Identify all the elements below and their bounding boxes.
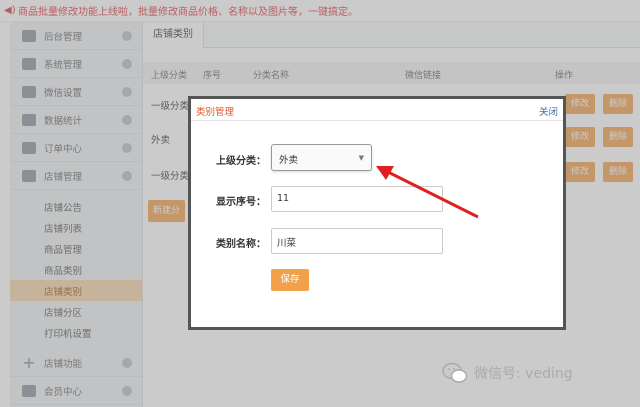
wechat-logo-icon — [442, 362, 468, 383]
watermark: 微信号: veding — [442, 362, 573, 384]
parent-category-value: 外卖 — [279, 155, 299, 166]
display-order-input[interactable]: 11 — [271, 186, 443, 212]
display-order-value: 11 — [277, 193, 290, 204]
modal-title: 类别管理 — [196, 107, 235, 118]
category-modal: 类别管理 关闭 上级分类： 外卖 ▼ 显示序号： 11 类别名称： 川菜 保存 — [188, 96, 566, 330]
parent-category-label: 上级分类： — [216, 156, 266, 167]
display-order-label: 显示序号： — [216, 197, 266, 208]
category-name-input[interactable]: 川菜 — [271, 228, 443, 254]
category-name-value: 川菜 — [277, 238, 297, 249]
save-button[interactable]: 保存 — [271, 269, 309, 291]
close-link[interactable]: 关闭 — [539, 104, 558, 118]
watermark-text: 微信号: veding — [474, 366, 573, 382]
category-name-label: 类别名称： — [216, 239, 266, 250]
modal-header: 类别管理 关闭 — [191, 99, 563, 121]
chevron-down-icon: ▼ — [358, 154, 364, 162]
parent-category-select[interactable]: 外卖 ▼ — [271, 144, 372, 171]
